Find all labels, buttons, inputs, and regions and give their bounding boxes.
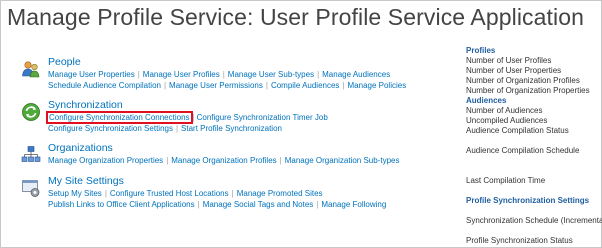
- link-row: Schedule Audience Compilation | Manage Use…: [48, 80, 406, 91]
- status-panel: Profiles Number of User Profiles Number …: [466, 46, 602, 246]
- people-title: People: [48, 56, 81, 68]
- status-item: Number of User Profiles: [466, 56, 552, 65]
- separator: |: [197, 200, 200, 209]
- link-row: Configure Synchronization Settings | Start…: [48, 123, 328, 134]
- status-item: [466, 206, 600, 216]
- separator: |: [104, 189, 107, 198]
- status-item: Synchronization Schedule (Incremental): [466, 216, 602, 225]
- status-item: Number of Organization Profiles: [466, 76, 580, 85]
- link-row: Configure Synchronization Connections | Co…: [46, 111, 328, 124]
- status-item: Profile Synchronization Status: [466, 236, 573, 245]
- status-item: Last Compilation Time: [466, 176, 546, 185]
- separator: |: [163, 81, 167, 90]
- schedule-audience-compilation-link[interactable]: Schedule Audience Compilation: [48, 81, 161, 90]
- my-site-settings-title: My Site Settings: [48, 175, 124, 187]
- separator: |: [317, 70, 320, 79]
- link-row: Manage Organization Properties | Manage Or…: [48, 155, 399, 166]
- manage-user-permissions-link[interactable]: Manage User Permissions: [169, 81, 263, 90]
- status-item: Number of Audiences: [466, 106, 543, 115]
- status-item: Uncompiled Audiences: [466, 116, 548, 125]
- manage-user-subtypes-link[interactable]: Manage User Sub-types: [228, 70, 314, 79]
- configure-synchronization-timer-job-link[interactable]: Configure Synchronization Timer Job: [197, 113, 328, 122]
- manage-organization-subtypes-link[interactable]: Manage Organization Sub-types: [285, 156, 400, 165]
- separator: |: [175, 124, 179, 133]
- synchronization-icon: [22, 103, 40, 121]
- separator: |: [279, 156, 282, 165]
- status-spacer: [466, 186, 600, 196]
- manage-audiences-link[interactable]: Manage Audiences: [322, 70, 390, 79]
- manage-promoted-sites-link[interactable]: Manage Promoted Sites: [237, 189, 323, 198]
- status-item: Number of Organization Properties: [466, 86, 590, 95]
- setup-my-sites-link[interactable]: Setup My Sites: [48, 189, 102, 198]
- manage-organization-profiles-link[interactable]: Manage Organization Profiles: [171, 156, 276, 165]
- status-item: [466, 226, 600, 236]
- link-row: Publish Links to Office Client Applicati…: [48, 199, 386, 210]
- organizations-icon: [21, 146, 41, 162]
- audiences-heading: Audiences: [466, 96, 507, 105]
- link-row: Manage User Properties | Manage User Profi…: [48, 69, 406, 80]
- separator: |: [231, 189, 234, 198]
- manage-user-profiles-link[interactable]: Manage User Profiles: [143, 70, 220, 79]
- publish-links-to-office-client-applications-link[interactable]: Publish Links to Office Client Applicati…: [48, 200, 195, 209]
- status-item: Number of User Properties: [466, 66, 562, 75]
- link-row: Setup My Sites | Configure Trusted Host Lo…: [48, 188, 386, 199]
- manage-following-link[interactable]: Manage Following: [321, 200, 386, 209]
- my-site-settings-icon: [22, 180, 40, 197]
- manage-social-tags-and-notes-link[interactable]: Manage Social Tags and Notes: [203, 200, 314, 209]
- synchronization-title: Synchronization: [48, 99, 123, 111]
- separator: |: [265, 81, 268, 90]
- organizations-title: Organizations: [48, 142, 113, 154]
- configure-trusted-host-locations-link[interactable]: Configure Trusted Host Locations: [110, 189, 229, 198]
- status-item: [466, 156, 600, 166]
- compile-audiences-link[interactable]: Compile Audiences: [271, 81, 339, 90]
- people-icon: [22, 61, 40, 78]
- status-item: [466, 136, 600, 146]
- page-title: Manage Profile Service: User Profile Ser…: [7, 4, 585, 30]
- status-item: Audience Compilation Status: [466, 126, 569, 135]
- separator: |: [342, 81, 345, 90]
- separator: |: [137, 70, 140, 79]
- manage-user-properties-link[interactable]: Manage User Properties: [48, 70, 135, 79]
- configure-synchronization-settings-link[interactable]: Configure Synchronization Settings: [48, 124, 173, 133]
- configure-synchronization-connections-link[interactable]: Configure Synchronization Connections: [46, 111, 193, 124]
- manage-policies-link[interactable]: Manage Policies: [348, 81, 407, 90]
- start-profile-synchronization-link[interactable]: Start Profile Synchronization: [181, 124, 282, 133]
- status-item: Audience Compilation Schedule: [466, 146, 580, 155]
- profiles-heading: Profiles: [466, 46, 496, 55]
- profile-sync-heading: Profile Synchronization Settings: [466, 196, 590, 205]
- manage-organization-properties-link[interactable]: Manage Organization Properties: [48, 156, 163, 165]
- separator: |: [222, 70, 225, 79]
- status-item: [466, 166, 600, 176]
